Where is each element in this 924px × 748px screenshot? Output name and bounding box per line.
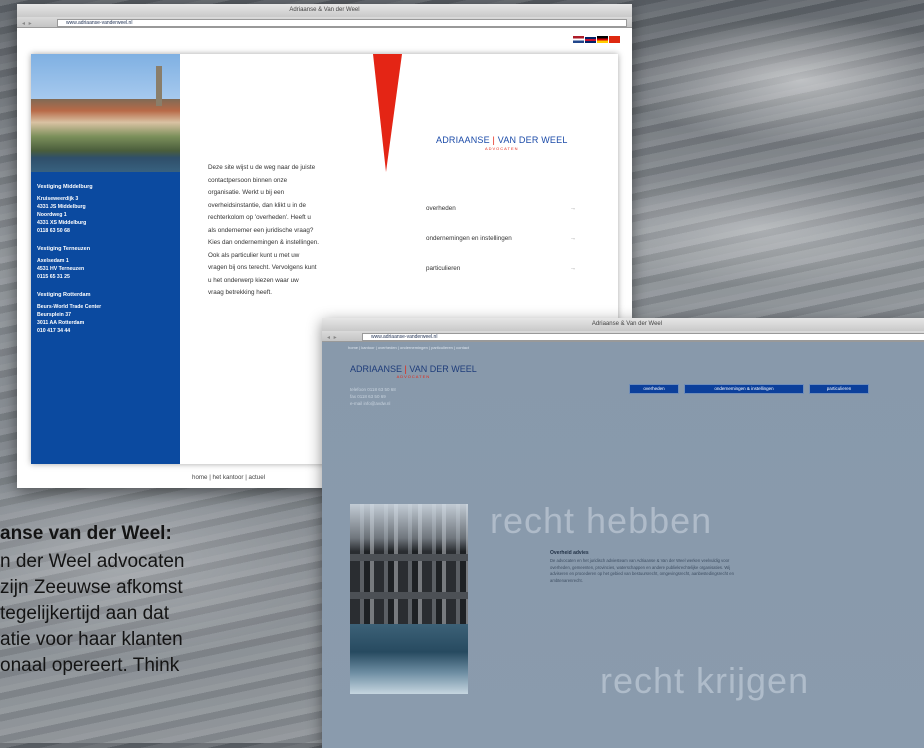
menu-item[interactable]: ondernemingen en instellingen → [426,235,576,242]
overlay-line: atie voor haar klanten [0,629,183,650]
menu-item-label: ondernemingen en instellingen [426,235,512,242]
intro-text: Deze site wijst u de weg naar de juiste c… [208,162,378,300]
slogan-top: recht hebben [490,500,713,541]
location-detail: 4531 HV Terneuzen [37,266,85,272]
contact-fax: fax 0118 63 50 69 [350,394,386,399]
overlay-line: tegelijkertijd aan dat [0,603,169,624]
photo-water [350,624,468,694]
intro-line: Kies dan ondernemingen & instellingen. [208,239,319,246]
slogan-bottom: recht krijgen [600,660,810,701]
menu-item[interactable]: overheden → [426,205,576,212]
location-detail: Beurs-World Trade Center [37,304,102,310]
logo-right: VAN DER WEEL [497,135,568,145]
window-titlebar[interactable]: Adriaanse & Van der Weel [322,318,924,331]
flag-cn-icon[interactable] [609,36,620,43]
window-titlebar[interactable]: Adriaanse & Van der Weel [17,4,632,17]
location-detail: 4331 XS Middelburg [37,220,87,226]
intro-line: Deze site wijst u de weg naar de juiste [208,164,316,171]
contact-phone: telefoon 0118 63 50 68 [350,387,396,392]
url-field[interactable]: www.adriaanse-vanderweel.nl [362,333,924,341]
section-heading: Overheid advies [550,550,589,556]
overlay-line: zijn Zeeuwse afkomst [0,577,183,598]
nav-buttons[interactable]: ◂ ▸ [327,334,338,341]
button-ondernemingen[interactable]: ondernemingen & instellingen [684,384,804,394]
flag-de-icon[interactable] [597,36,608,43]
location-detail: 3011 AA Rotterdam [37,320,85,326]
intro-line: vraag betrekking heeft. [208,289,273,296]
menu-item-label: particulieren [426,265,461,272]
footer-nav[interactable]: home | het kantoor | actuel [192,474,265,481]
location-heading: Vestiging Terneuzen [37,246,91,252]
overlay-line: n der Weel advocaten [0,551,185,572]
arrow-right-icon: → [569,205,576,212]
intro-line: u het onderwerp kiezen waar uw [208,276,299,284]
section-paragraph: De advocaten en het juridisch adviesteam… [550,558,734,583]
menu-item[interactable]: particulieren → [426,265,576,272]
location-detail: Noordweg 1 [37,212,67,218]
logo-mark: | [404,364,407,374]
location-detail: Kruiseweerdijk 3 [37,196,79,202]
location-heading: Vestiging Rotterdam [37,292,91,298]
menu-item-label: overheden [426,205,456,212]
red-accent-shape [373,54,402,172]
logo-subtitle: ADVOCATEN [484,146,519,151]
sluice-photo [350,504,468,694]
address-bar: ◂ ▸ www.adriaanse-vanderweel.nl [17,17,632,28]
church-tower [156,66,162,106]
window-title: Adriaanse & Van der Weel [289,7,360,13]
arrow-right-icon: → [569,235,576,242]
location-detail: 010 417 34 44 [37,328,71,334]
top-nav[interactable]: home | kantoor | overheden | onderneming… [348,345,469,350]
intro-line: Ook als particulier kunt u met uw [208,251,300,259]
page-content: home | kantoor | overheden | onderneming… [322,342,924,748]
language-flags [573,36,620,43]
location-detail: 0115 65 31 25 [37,274,70,280]
logo-left: ADRIAANSE [436,135,490,145]
intro-line: contactpersoon binnen onze [208,176,288,184]
town-photo [31,54,180,172]
flag-nl-icon[interactable] [573,36,584,43]
button-overheden[interactable]: overheden [629,384,679,394]
contact-email[interactable]: e-mail info@avdw.nl [350,401,390,406]
location-detail: 4331 JS Middelburg [37,204,86,210]
location-detail: 0118 63 50 68 [37,228,70,234]
location-detail: Axelsedam 1 [37,258,69,264]
flag-uk-icon[interactable] [585,36,596,43]
overlay-line: onaal opereert. Think [0,655,180,676]
logo-mark: | [492,135,496,145]
intro-line: overheidsinstantie, dan klikt u in de [208,201,307,209]
address-bar: ◂ ▸ www.adriaanse-vanderweel.nl [322,331,924,342]
site-logo[interactable]: ADRIAANSE | VAN DER WEEL ADVOCATEN [436,135,568,151]
browser-window-overheden: Adriaanse & Van der Weel ◂ ▸ www.adriaan… [322,318,924,748]
photo-beam [350,592,468,599]
button-particulieren[interactable]: particulieren [809,384,869,394]
arrow-right-icon: → [569,265,576,272]
location-detail: Beursplein 37 [37,312,72,318]
intro-line: vragen bij ons terecht. Vervolgens kunt [208,264,317,271]
intro-line: als ondernemer een juridische vraag? [208,226,314,234]
logo-subtitle: ADVOCATEN [396,374,431,379]
nav-buttons[interactable]: ◂ ▸ [22,20,33,27]
intro-line: organisatie. Werkt u bij een [208,189,285,196]
window-title: Adriaanse & Van der Weel [591,321,663,327]
photo-beam [350,554,468,561]
location-heading: Vestiging Middelburg [37,184,93,190]
logo-right: VAN DER WEEL [409,364,477,374]
overlay-heading: anse van der Weel: [0,523,172,544]
intro-line: rechterkolom op 'overheden'. Heeft u [208,214,311,221]
url-field[interactable]: www.adriaanse-vanderweel.nl [57,19,627,27]
contact-sidebar: Vestiging Middelburg Kruiseweerdijk 3 4331… [31,54,180,464]
site-logo[interactable]: ADRIAANSE | VAN DER WEEL ADVOCATEN [350,364,477,379]
logo-left: ADRIAANSE [350,364,403,374]
